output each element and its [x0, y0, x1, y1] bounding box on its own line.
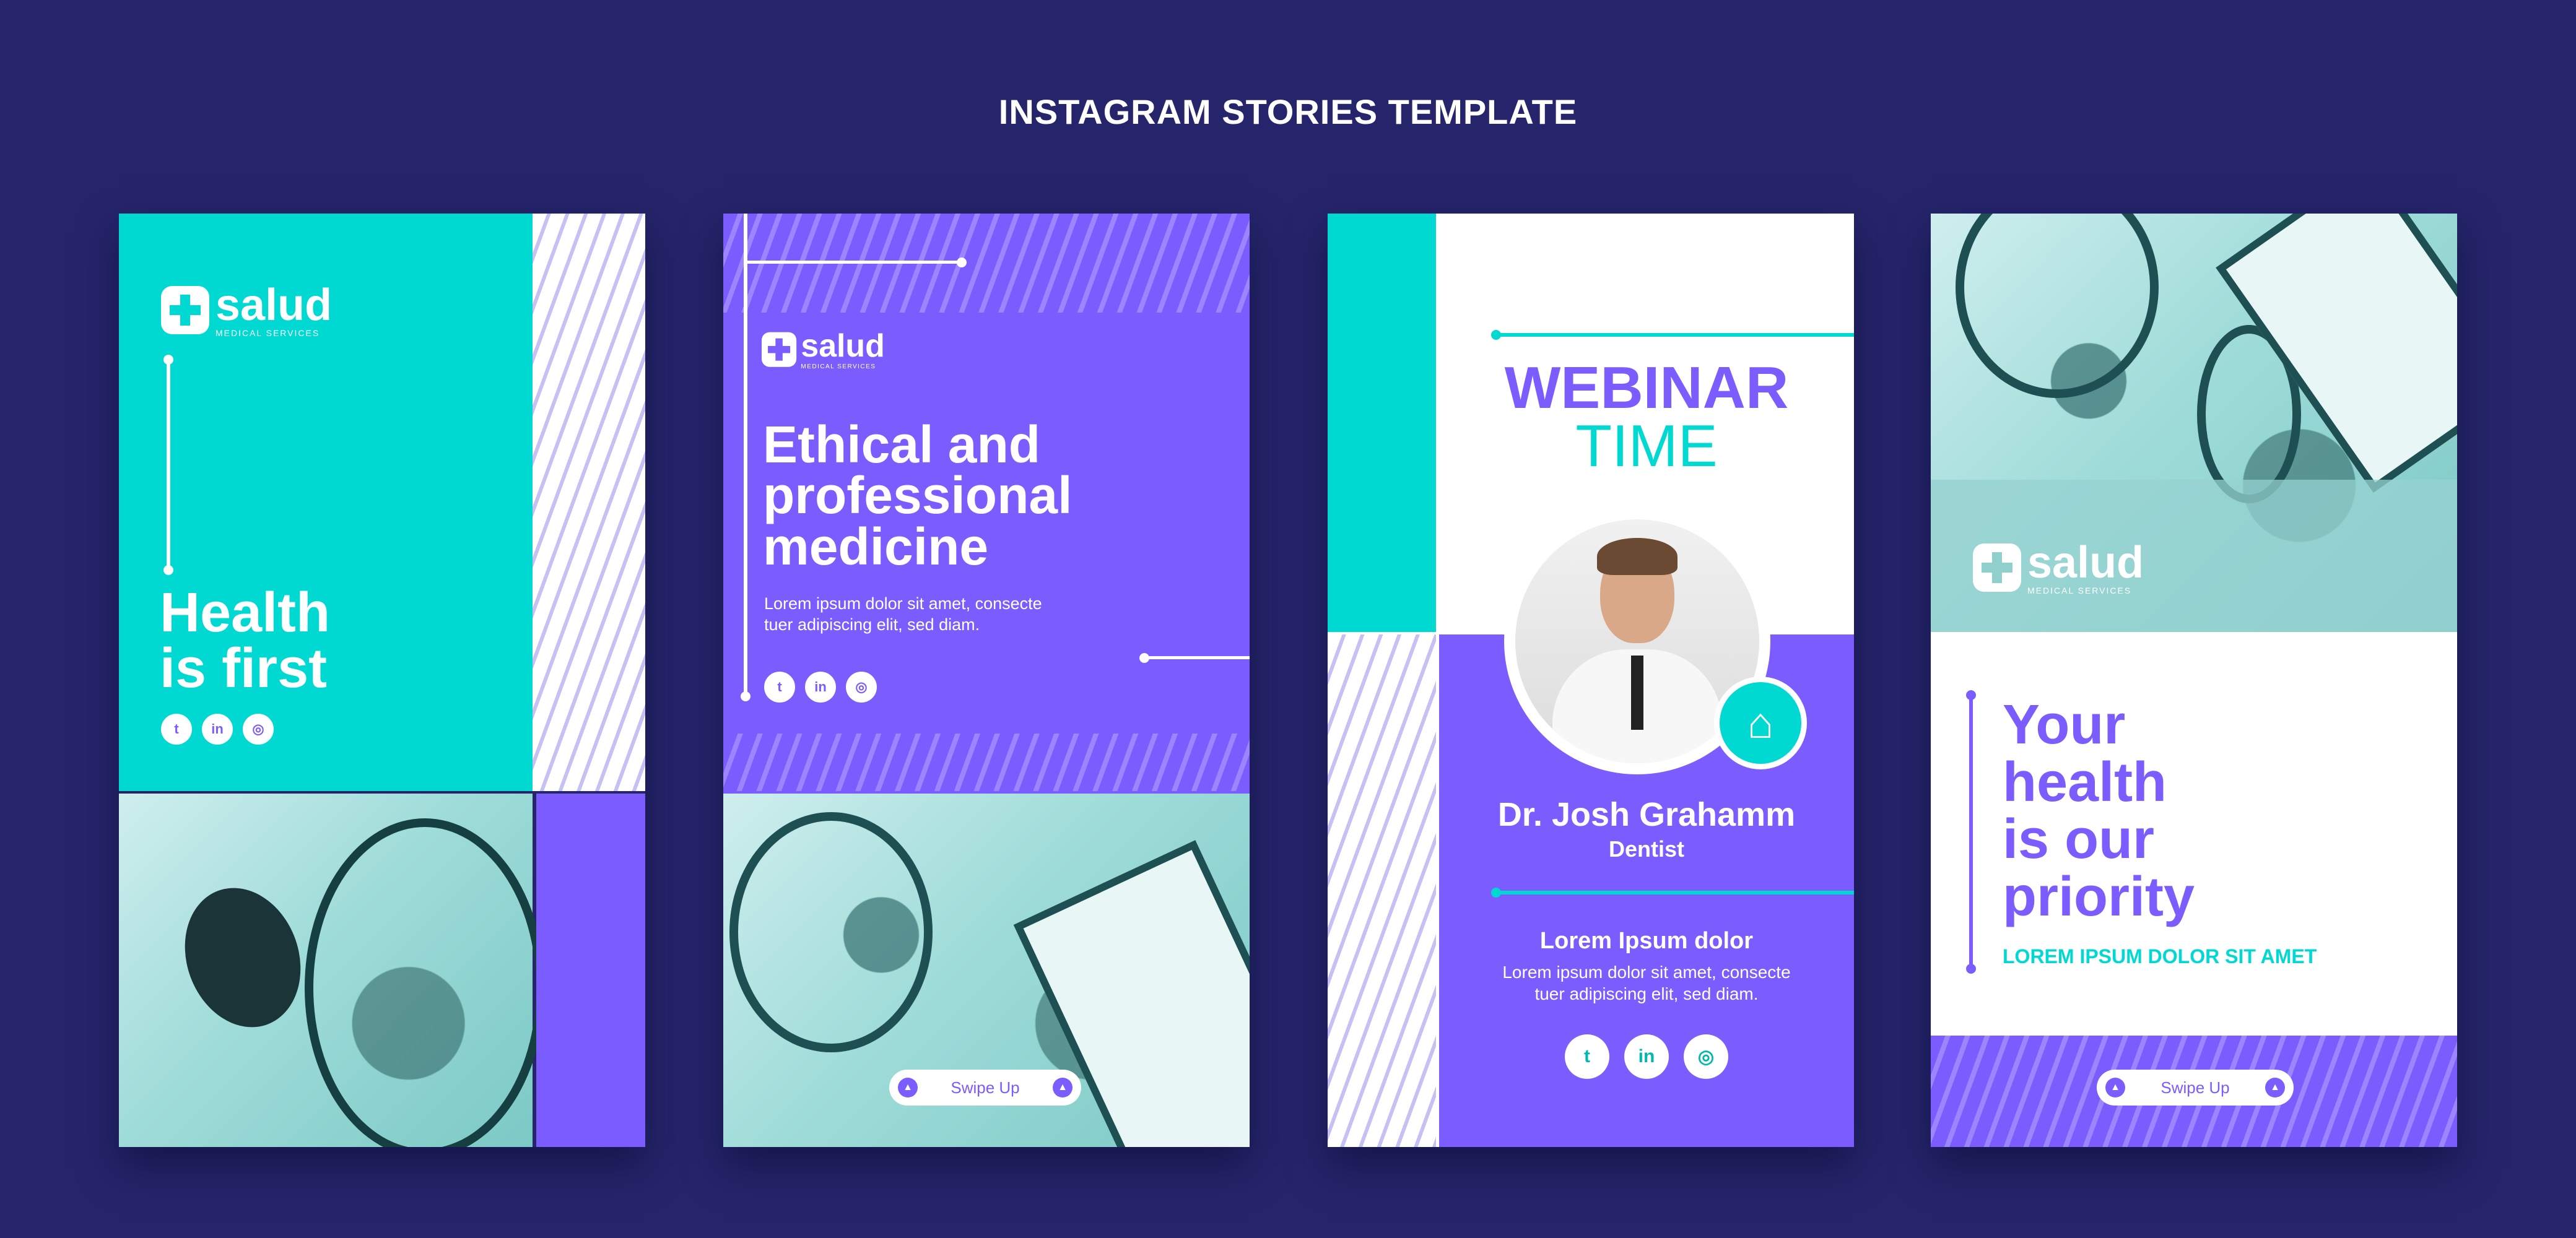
arrow-up-icon: ▲ — [2105, 1078, 2125, 1097]
logo-name: salud — [2027, 538, 2144, 587]
logo-name: salud — [215, 280, 333, 330]
linkedin-icon[interactable]: in — [202, 714, 233, 745]
story4-tagline: LOREM IPSUM DOLOR SIT AMET — [2003, 945, 2317, 967]
headline-line: is first — [160, 638, 328, 699]
stethoscope-shape — [729, 812, 933, 1052]
twitter-icon[interactable]: t — [764, 672, 795, 703]
title-line-1: WEBINAR — [1504, 355, 1789, 421]
speaker-tie — [1631, 656, 1643, 730]
webinar-title: WEBINAR TIME — [1439, 355, 1854, 480]
salud-logo: salud MEDICAL SERVICES — [161, 283, 332, 337]
logo-tagline: MEDICAL SERVICES — [2027, 586, 2132, 595]
line-dot — [1966, 964, 1976, 974]
swipe-up-button[interactable]: ▲ Swipe Up ▲ — [2097, 1070, 2294, 1106]
plus-icon — [1973, 543, 2021, 592]
headline-line: priority — [2003, 866, 2195, 928]
story-card-3[interactable]: WEBINAR TIME ⌂ Dr. Josh Grahamm Dentist … — [1328, 214, 1854, 1147]
headline-line: is our — [2003, 808, 2155, 871]
social-icons: t in ◎ — [161, 714, 274, 745]
headline-line: Health — [160, 582, 331, 644]
story2-headline: Ethical and professional medicine — [763, 415, 1073, 576]
striped-panel — [1328, 634, 1436, 1147]
headline-line: Your — [2003, 694, 2126, 756]
speaker-role: Dentist — [1608, 836, 1684, 862]
story2-body: Lorem ipsum dolor sit amet, consecte tue… — [764, 594, 1042, 636]
swipe-up-button[interactable]: ▲ Swipe Up ▲ — [889, 1070, 1081, 1106]
swipe-label: Swipe Up — [951, 1078, 1020, 1097]
story1-headline: Health is first — [160, 585, 330, 696]
vertical-line — [167, 360, 170, 570]
salud-logo: salud MEDICAL SERVICES — [1973, 540, 2144, 595]
body-line: Lorem ipsum dolor sit amet, consecte — [764, 594, 1042, 613]
instagram-icon[interactable]: ◎ — [1684, 1034, 1728, 1079]
arrow-up-icon: ▲ — [2265, 1078, 2285, 1097]
twitter-icon[interactable]: t — [161, 714, 192, 745]
social-icons: t in ◎ — [1565, 1034, 1728, 1079]
plus-icon — [161, 286, 209, 334]
striped-band-bottom — [723, 734, 1250, 791]
instagram-icon[interactable]: ◎ — [846, 672, 877, 703]
accent-dot — [1491, 330, 1501, 340]
stethoscope-shape — [1956, 214, 2159, 398]
bulb-shape — [166, 872, 320, 1044]
body-line: tuer adipiscing elit, sed diam. — [1534, 984, 1759, 1003]
story-card-1[interactable]: salud MEDICAL SERVICES Health is first t… — [119, 214, 645, 1147]
headline-line: professional — [763, 466, 1073, 525]
salud-logo: salud MEDICAL SERVICES — [762, 330, 885, 369]
striped-panel — [533, 214, 645, 791]
logo-name: salud — [801, 328, 885, 364]
body-line: tuer adipiscing elit, sed diam. — [764, 615, 980, 634]
story-card-2[interactable]: salud MEDICAL SERVICES Ethical and profe… — [723, 214, 1250, 1147]
headline-line: medicine — [763, 517, 989, 576]
page-title: INSTAGRAM STORIES TEMPLATE — [998, 92, 1578, 131]
logo-tagline: MEDICAL SERVICES — [801, 362, 876, 370]
purple-block — [536, 794, 645, 1147]
arrow-up-icon: ▲ — [898, 1078, 918, 1097]
speaker-hair — [1597, 538, 1677, 575]
vertical-line — [1969, 695, 1973, 969]
stethoscope-shape — [305, 818, 545, 1147]
teal-panel — [1328, 214, 1436, 632]
subheading: Lorem Ipsum dolor — [1539, 928, 1754, 954]
arrow-up-icon: ▲ — [1053, 1078, 1073, 1097]
linkedin-icon[interactable]: in — [1624, 1034, 1669, 1079]
story4-headline: Your health is our priority — [2003, 696, 2195, 926]
line-dot — [957, 258, 967, 267]
accent-line — [1495, 891, 1854, 894]
accent-line — [1495, 333, 1854, 337]
tooth-icon: ⌂ — [1714, 677, 1807, 769]
twitter-icon[interactable]: t — [1565, 1034, 1609, 1079]
instagram-icon[interactable]: ◎ — [243, 714, 274, 745]
line-dot — [741, 691, 751, 701]
headline-line: health — [2003, 751, 2167, 813]
accent-dot — [1491, 888, 1501, 898]
social-icons: t in ◎ — [764, 672, 877, 703]
story3-body: Lorem ipsum dolor sit amet, consecte tue… — [1439, 961, 1854, 1005]
linkedin-icon[interactable]: in — [805, 672, 836, 703]
body-line: Lorem ipsum dolor sit amet, consecte — [1502, 963, 1791, 982]
story-card-4[interactable]: salud MEDICAL SERVICES Your health is ou… — [1931, 214, 2457, 1147]
logo-tagline: MEDICAL SERVICES — [215, 328, 320, 338]
line-dot — [1966, 690, 1976, 700]
horizontal-line — [744, 261, 960, 264]
headline-line: Ethical and — [763, 415, 1041, 474]
plus-icon — [762, 332, 797, 367]
medical-photo — [119, 794, 545, 1147]
title-line-2: TIME — [1575, 413, 1718, 480]
vertical-line — [744, 214, 747, 696]
speaker-name: Dr. Josh Grahamm — [1497, 796, 1796, 833]
horizontal-line — [1144, 656, 1250, 659]
line-dot — [163, 565, 173, 575]
swipe-label: Swipe Up — [2160, 1078, 2230, 1097]
